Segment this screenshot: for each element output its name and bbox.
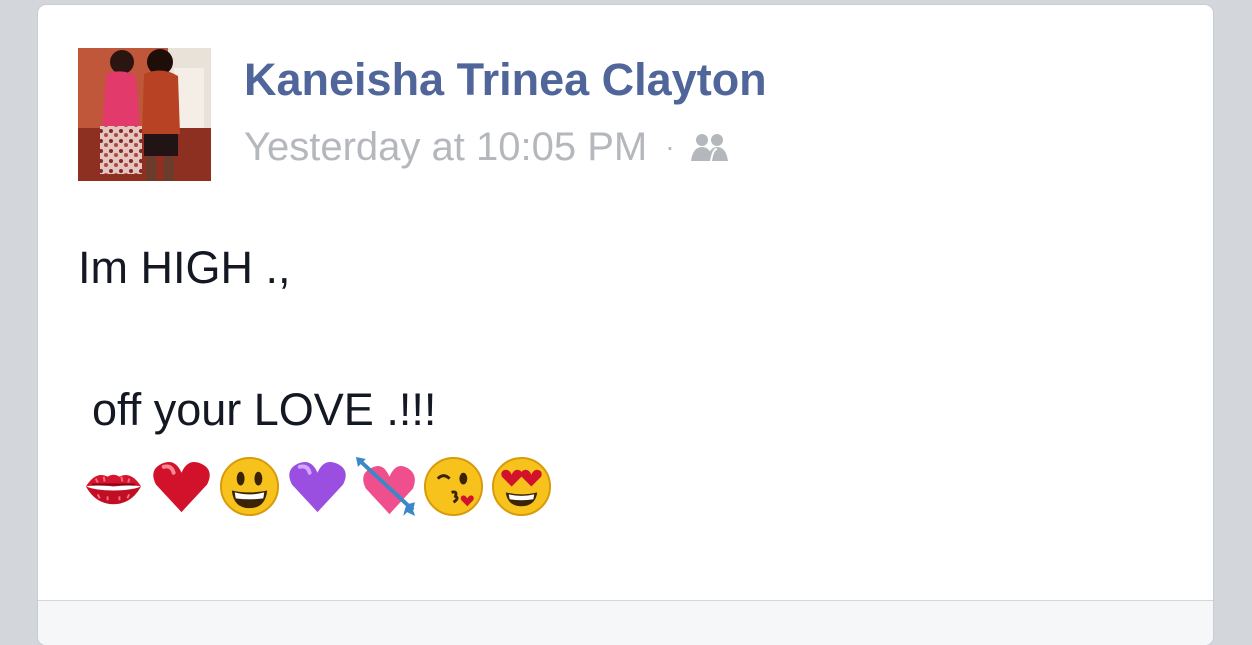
post-action-bar: [38, 600, 1213, 645]
purple-heart-emoji: [289, 461, 346, 512]
avatar-photo: [78, 48, 211, 181]
author-name[interactable]: Kaneisha Trinea Clayton: [244, 57, 767, 102]
kiss-mark-emoji: [85, 474, 142, 504]
meta-separator: ·: [665, 131, 675, 162]
face-blowing-kiss-emoji: [423, 456, 484, 516]
red-heart-emoji: [153, 461, 210, 512]
post-timestamp[interactable]: Yesterday at 10:05 PM: [244, 127, 647, 167]
avatar[interactable]: [78, 48, 211, 181]
emoji-row: [82, 451, 553, 521]
post-text-line-1: Im HIGH .,: [78, 242, 291, 293]
post-card: Kaneisha Trinea Clayton Yesterday at 10:…: [38, 5, 1213, 645]
post-meta: Yesterday at 10:05 PM ·: [244, 127, 733, 167]
friends-icon[interactable]: [689, 131, 733, 167]
post-text-line-2: off your LOVE .!!!: [92, 384, 437, 435]
heart-with-arrow-emoji: [355, 456, 416, 516]
grinning-face-emoji: [219, 456, 280, 516]
heart-eyes-emoji: [491, 456, 552, 516]
